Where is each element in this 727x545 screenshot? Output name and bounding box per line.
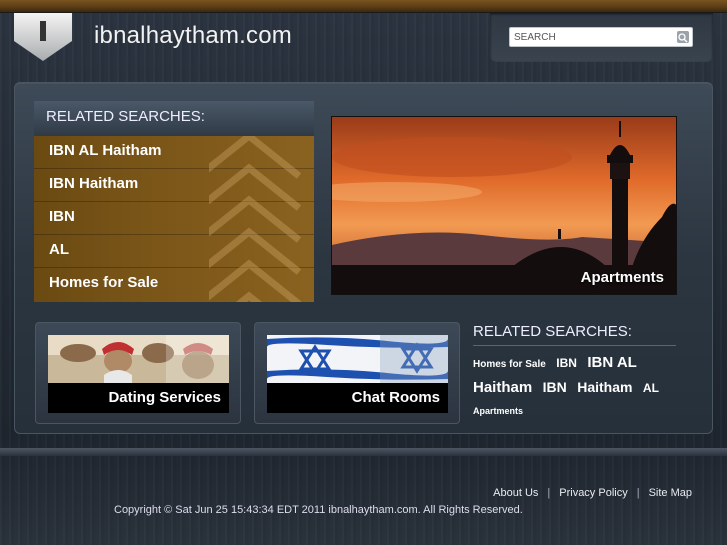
related-searches-heading-2: RELATED SEARCHES: [473, 323, 632, 340]
search-input[interactable] [514, 30, 674, 44]
footer-link-about-us[interactable]: About Us [493, 487, 538, 499]
tag-link[interactable]: IBN AL [587, 354, 636, 371]
copyright-text: Copyright © Sat Jun 25 15:43:34 EDT 2011… [114, 504, 523, 516]
chevron-pattern-decoration [209, 136, 302, 302]
footer-link-site-map[interactable]: Site Map [649, 487, 692, 499]
link-separator: | [636, 487, 640, 499]
logo[interactable] [14, 13, 72, 61]
link-separator: | [547, 487, 551, 499]
tag-link[interactable]: IBN [543, 379, 567, 395]
tile-chat-rooms[interactable]: Chat Rooms [254, 322, 460, 424]
top-bar [0, 0, 727, 13]
tag-link[interactable]: AL [643, 381, 659, 395]
related-searches-panel: RELATED SEARCHES: IBN AL Haitham IBN Hai… [34, 101, 314, 302]
tag-link[interactable]: Apartments [473, 406, 523, 416]
site-title[interactable]: ibnalhaytham.com [94, 22, 292, 50]
footer-link-privacy-policy[interactable]: Privacy Policy [559, 487, 627, 499]
tag-link[interactable]: IBN [556, 356, 577, 370]
tag-link[interactable]: Haitham [473, 379, 532, 396]
chat-rooms-link[interactable]: Chat Rooms [267, 383, 448, 413]
hero-label[interactable]: Apartments [581, 269, 664, 286]
dating-services-link[interactable]: Dating Services [48, 383, 229, 413]
search-box [509, 27, 693, 47]
footer-links: About Us | Privacy Policy | Site Map [493, 487, 692, 499]
footer-separator [0, 448, 727, 456]
tag-link[interactable]: Homes for Sale [473, 359, 546, 370]
tile-dating-services[interactable]: Dating Services [35, 322, 241, 424]
hero-image-apartments[interactable]: Apartments [331, 116, 677, 295]
related-searches-heading: RELATED SEARCHES: [34, 101, 314, 136]
tag-link[interactable]: Haitham [577, 379, 632, 395]
search-icon[interactable] [677, 31, 689, 43]
search-tag-cloud: Homes for Sale IBN IBN AL Haitham IBN Ha… [473, 352, 683, 422]
chat-rooms-image [267, 335, 448, 383]
dating-services-image [48, 335, 229, 383]
divider [473, 345, 676, 346]
search-area [490, 13, 713, 62]
